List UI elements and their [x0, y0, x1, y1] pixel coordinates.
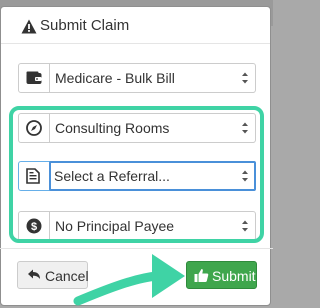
highlight-annotation: [9, 106, 264, 243]
submit-button[interactable]: Submit: [186, 261, 257, 289]
submit-label: Submit: [212, 268, 256, 284]
thumbs-up-icon: [194, 269, 209, 282]
warning-icon: [21, 19, 37, 34]
undo-icon: [28, 269, 40, 279]
billing-type-select[interactable]: Medicare - Bulk Bill: [18, 63, 256, 93]
pointer-arrow-annotation: [73, 254, 185, 306]
dialog-header: Submit Claim: [1, 7, 270, 44]
dialog-title: Submit Claim: [40, 17, 130, 34]
wallet-icon: [26, 71, 42, 84]
billing-type-value: Medicare - Bulk Bill: [55, 70, 175, 86]
select-caret-icon: [242, 72, 248, 84]
billing-type-addon: [19, 64, 50, 92]
